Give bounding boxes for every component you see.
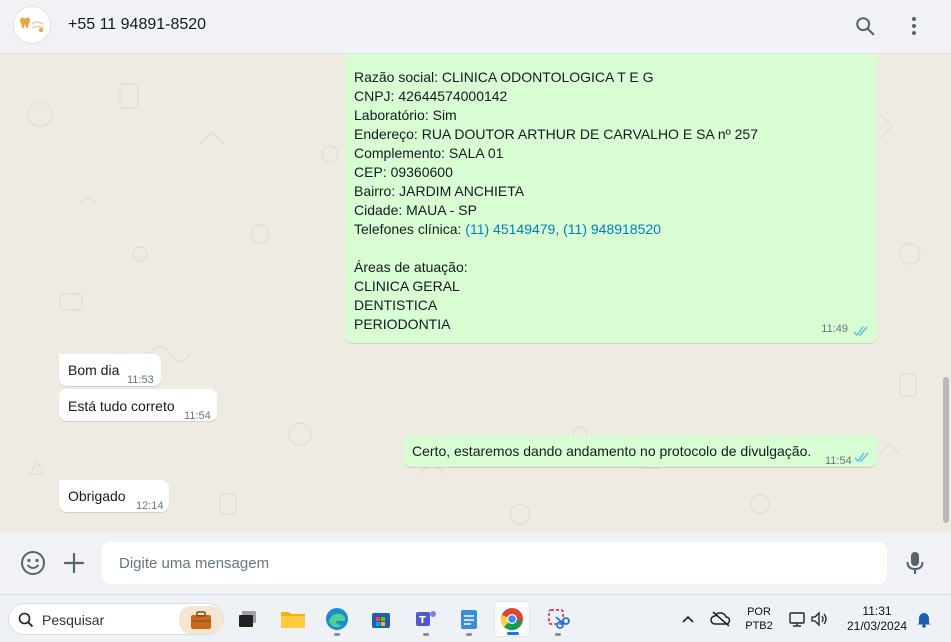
message-time: 12:14: [136, 500, 164, 512]
areas-list: CLINICA GERAL DENTISTICA PERIODONTIA: [354, 277, 867, 334]
clinic-info-lines: Razão social: CLINICA ODONTOLOGICA T E G…: [354, 68, 867, 220]
text-line: CEP: 09360600: [354, 164, 453, 180]
active-indicator: [507, 632, 519, 635]
text-line: Razão social: CLINICA ODONTOLOGICA T E G: [354, 69, 654, 85]
search-icon: [18, 612, 34, 628]
clock-date: 21/03/2024: [846, 619, 908, 633]
chat-scrollbar[interactable]: [943, 377, 949, 523]
microphone-icon[interactable]: [901, 549, 929, 577]
teams-icon[interactable]: T: [408, 601, 444, 637]
plus-icon[interactable]: [60, 549, 88, 577]
phone-link-2[interactable]: (11) 948918520: [563, 221, 661, 237]
message-time: 11:54: [184, 410, 211, 422]
text-line: Bairro: JARDIM ANCHIETA: [354, 183, 525, 199]
text-line: Laboratório: Sim: [354, 107, 457, 123]
briefcase-icon: [179, 606, 223, 634]
language-code: POR: [747, 606, 771, 618]
message-composer: [0, 532, 951, 594]
volume-icon[interactable]: [808, 601, 830, 637]
search-placeholder: Pesquisar: [42, 612, 105, 628]
message-input[interactable]: [102, 542, 887, 584]
chrome-icon[interactable]: [494, 601, 530, 637]
network-icon[interactable]: [786, 601, 808, 637]
message-time: 11:53: [127, 374, 154, 386]
file-explorer-icon[interactable]: [275, 601, 311, 637]
message-obrigado[interactable]: Obrigado 12:14: [59, 480, 169, 512]
text-line: Complemento: SALA 01: [354, 145, 504, 161]
message-certo[interactable]: Certo, estaremos dando andamento no prot…: [403, 435, 877, 467]
running-indicator: [334, 633, 340, 636]
areas-title: Áreas de atuação:: [354, 259, 468, 275]
read-ticks-icon: [854, 452, 869, 463]
contact-avatar[interactable]: [13, 6, 51, 44]
chat-header: +55 11 94891-8520: [0, 0, 951, 54]
clinic-phones-line: Telefones clínica: (11) 45149479, (11) 9…: [354, 220, 867, 239]
message-bom-dia[interactable]: Bom dia 11:53: [59, 354, 161, 386]
read-ticks-icon: [853, 326, 868, 337]
task-view-icon[interactable]: [230, 601, 266, 637]
message-esta-tudo-correto[interactable]: Está tudo correto 11:54: [59, 389, 217, 422]
taskbar-search[interactable]: Pesquisar: [8, 603, 224, 635]
text-line: CNPJ: 42644574000142: [354, 88, 508, 104]
contact-name[interactable]: +55 11 94891-8520: [68, 16, 206, 34]
message-text: Obrigado: [68, 488, 126, 504]
clock-time: 11:31: [862, 604, 892, 618]
cloud-offline-icon[interactable]: [707, 601, 735, 637]
text-line: PERIODONTIA: [354, 316, 451, 332]
keyboard-layout: PTB2: [745, 620, 773, 632]
notepad-icon[interactable]: [451, 601, 487, 637]
text-line: Endereço: RUA DOUTOR ARTHUR DE CARVALHO …: [354, 126, 759, 142]
message-clinic-info[interactable]: Razão social: CLINICA ODONTOLOGICA T E G…: [345, 54, 877, 343]
chevron-up-icon[interactable]: [675, 601, 701, 637]
message-text: Bom dia: [68, 362, 120, 378]
windows-taskbar: Pesquisar T POR PTB2 11:31 21/03/2024: [0, 594, 951, 642]
text-line: CLINICA GERAL: [354, 278, 460, 294]
search-icon[interactable]: [852, 13, 878, 39]
message-time: 11:54: [825, 455, 852, 467]
phone-link-1[interactable]: (11) 45149479: [465, 221, 555, 237]
message-text: Certo, estaremos dando andamento no prot…: [412, 443, 812, 459]
svg-text:T: T: [419, 615, 426, 626]
running-indicator: [555, 633, 561, 636]
chat-area[interactable]: Razão social: CLINICA ODONTOLOGICA T E G…: [0, 54, 951, 532]
microsoft-store-icon[interactable]: [363, 601, 399, 637]
clock[interactable]: 11:31 21/03/2024: [838, 604, 916, 634]
emoji-icon[interactable]: [19, 549, 47, 577]
phones-label: Telefones clínica:: [354, 221, 466, 237]
running-indicator: [466, 633, 472, 636]
notification-bell-icon[interactable]: [912, 601, 936, 637]
more-vertical-icon[interactable]: [901, 13, 927, 39]
keyboard-language[interactable]: POR PTB2: [742, 605, 776, 633]
edge-browser-icon[interactable]: [319, 601, 355, 637]
snipping-tool-icon[interactable]: [540, 601, 576, 637]
message-time: 11:49: [821, 323, 848, 335]
message-text: Está tudo correto: [68, 398, 175, 414]
text-line: DENTISTICA: [354, 297, 438, 313]
phone-separator: ,: [555, 221, 564, 237]
running-indicator: [423, 633, 429, 636]
text-line: Cidade: MAUA - SP: [354, 202, 477, 218]
clinic-logo-icon: [20, 17, 45, 32]
